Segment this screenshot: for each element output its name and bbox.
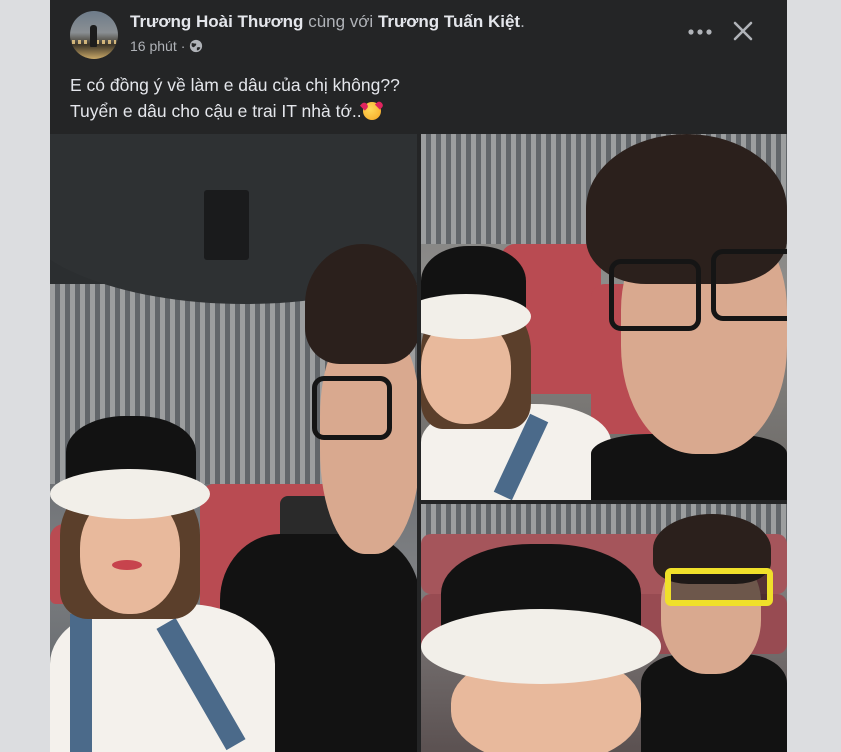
yellow-3d-glasses xyxy=(665,568,773,606)
photo-1[interactable] xyxy=(50,134,417,752)
man-hair xyxy=(305,244,417,364)
speaker xyxy=(204,190,249,260)
author-name[interactable]: Trương Hoài Thương xyxy=(130,12,303,31)
post-meta: 16 phút · xyxy=(130,38,203,54)
tagged-suffix: . xyxy=(520,12,525,31)
caption-line-2-wrap: Tuyển e dâu cho cậu e trai IT nhà tớ.. xyxy=(70,98,770,124)
with-text: cùng với xyxy=(308,12,374,31)
photo-2[interactable] xyxy=(421,134,787,500)
man-glasses xyxy=(609,259,701,331)
tagged-name[interactable]: Trương Tuấn Kiệt xyxy=(378,12,520,31)
meta-separator: · xyxy=(180,38,186,54)
author-avatar[interactable] xyxy=(70,11,118,59)
more-options-icon[interactable] xyxy=(682,17,718,47)
post-card: Trương Hoài Thương cùng với Trương Tuấn … xyxy=(50,0,787,752)
woman-lips xyxy=(112,560,142,570)
smiling-hearts-emoji-icon xyxy=(362,102,381,120)
author-line: Trương Hoài Thương cùng với Trương Tuấn … xyxy=(130,12,525,32)
woman-hat-brim xyxy=(421,609,661,684)
man-glasses xyxy=(312,376,392,440)
overall-strap xyxy=(70,614,92,752)
man-glasses xyxy=(711,249,787,321)
avatar-figure xyxy=(90,25,97,47)
post-time[interactable]: 16 phút xyxy=(130,38,177,54)
globe-icon[interactable] xyxy=(189,39,203,53)
close-icon[interactable] xyxy=(726,17,760,47)
caption-line-2: Tuyển e dâu cho cậu e trai IT nhà tớ.. xyxy=(70,101,362,121)
woman-hat-brim xyxy=(50,469,210,519)
post-header: Trương Hoài Thương cùng với Trương Tuấn … xyxy=(50,0,787,64)
post-caption: E có đồng ý về làm e dâu của chị không??… xyxy=(70,72,770,124)
photo-3[interactable] xyxy=(421,504,787,752)
caption-line-1: E có đồng ý về làm e dâu của chị không?? xyxy=(70,75,400,95)
